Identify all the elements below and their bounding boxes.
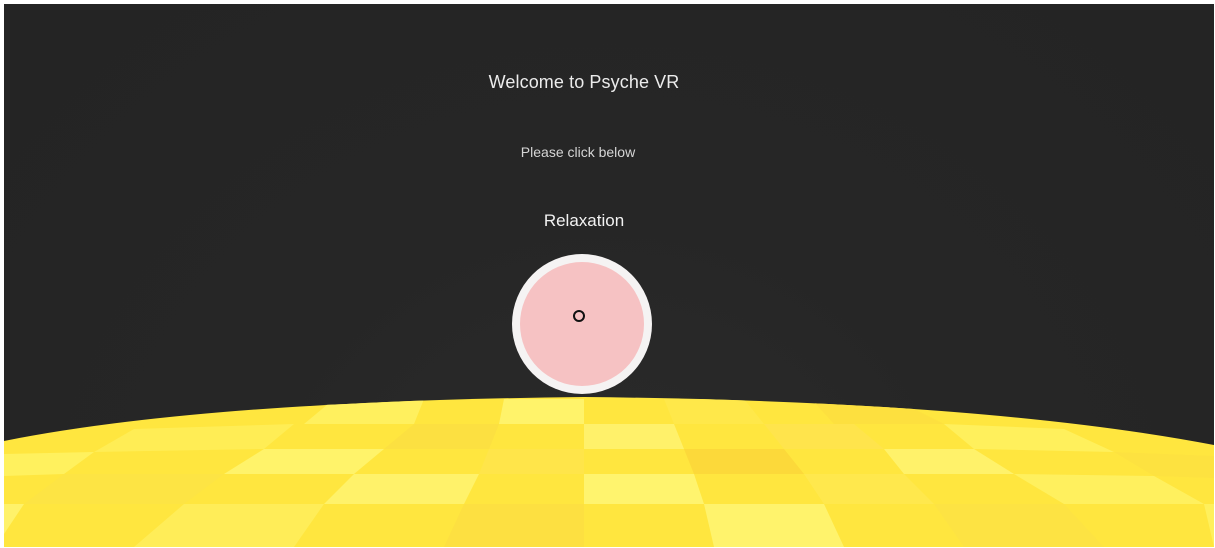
relaxation-label: Relaxation: [543, 211, 625, 230]
gaze-reticle-icon: [573, 310, 585, 322]
welcome-title: Welcome to Psyche VR: [488, 72, 680, 92]
vr-scene-viewport: Welcome to Psyche VR Please click below …: [4, 4, 1214, 547]
instruction-text: Please click below: [520, 144, 636, 160]
relaxation-button[interactable]: [512, 254, 652, 394]
relaxation-button-face[interactable]: [520, 262, 644, 386]
